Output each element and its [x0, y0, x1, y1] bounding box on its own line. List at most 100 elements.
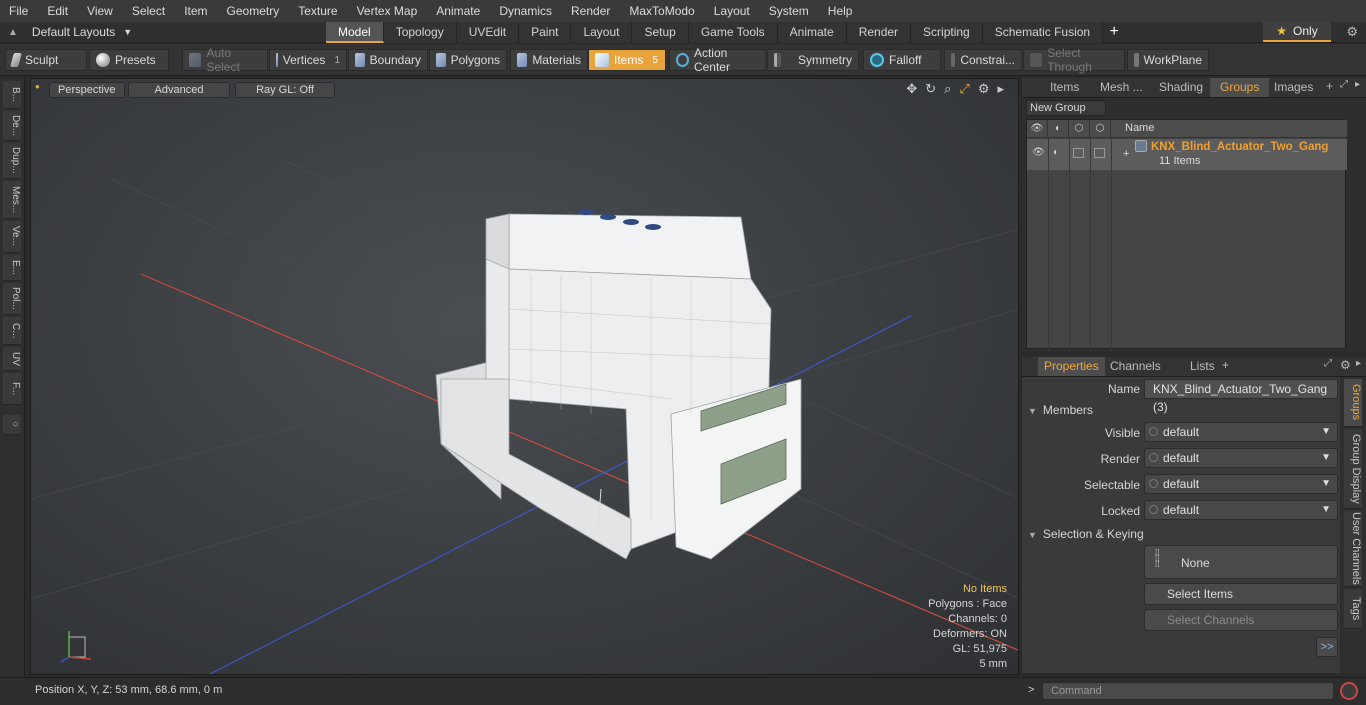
left-tab-deform[interactable]: De... [3, 111, 21, 141]
tab-topology[interactable]: Topology [383, 22, 457, 43]
name-field[interactable]: KNX_Blind_Actuator_Two_Gang (3) [1144, 379, 1338, 414]
expand-icon[interactable]: ⤢ [1324, 358, 1332, 369]
left-tab-uv[interactable]: UV [3, 347, 21, 371]
command-input[interactable]: Command [1042, 682, 1334, 700]
tab-uvedit[interactable]: UVEdit [456, 22, 520, 43]
tab-setup[interactable]: Setup [632, 22, 689, 43]
vtab-user-channels[interactable]: User Channels [1344, 511, 1362, 587]
tab-shading[interactable]: Shading [1149, 78, 1213, 97]
sculpt-button[interactable]: Sculpt [5, 49, 87, 71]
items-button[interactable]: Items 5 [588, 49, 666, 71]
members-section[interactable]: ▼ Members [1028, 403, 1093, 417]
boundary-button[interactable]: Boundary [348, 49, 428, 71]
menu-render[interactable]: Render [562, 0, 620, 22]
render-column-icon[interactable]: ◐ [1048, 120, 1069, 138]
add-tab-icon[interactable]: + [1222, 358, 1229, 372]
shading-advanced-button[interactable]: Advanced [128, 82, 230, 98]
workplane-button[interactable]: WorkPlane [1127, 49, 1209, 71]
move-view-icon[interactable]: ✥ [906, 81, 917, 97]
falloff-button[interactable]: Falloff [863, 49, 941, 71]
menu-maxtomodo[interactable]: MaxToModo [620, 0, 704, 22]
polygons-button[interactable]: Polygons [429, 49, 507, 71]
zoom-view-icon[interactable]: ⌕ [944, 81, 951, 97]
menu-view[interactable]: View [78, 0, 123, 22]
viewport-dot-icon[interactable]: ● [35, 82, 40, 91]
tab-scripting[interactable]: Scripting [911, 22, 983, 43]
tab-properties[interactable]: Properties [1038, 357, 1105, 376]
rotate-view-icon[interactable]: ↻ [925, 81, 936, 97]
row-render-icon[interactable]: ◐ [1053, 147, 1059, 158]
more-button[interactable]: >> [1316, 637, 1338, 657]
group-row[interactable]: 👁 ◐ + KNX_Blind_Actuator_Two_Gang 11 Ite… [1027, 139, 1347, 170]
symmetry-button[interactable]: Symmetry [767, 49, 859, 71]
expand-icon[interactable]: + [1123, 148, 1129, 160]
viewport-gear-icon[interactable]: ⚙ [978, 81, 990, 97]
tab-animate[interactable]: Animate [777, 22, 847, 43]
action-center-button[interactable]: Action Center [669, 46, 766, 74]
left-tab-edge[interactable]: E... [3, 255, 21, 281]
vertices-button[interactable]: Vertices 1 [269, 49, 347, 71]
left-tab-extra[interactable]: ○ [3, 415, 21, 435]
panel-menu-icon[interactable]: ▸ [1356, 358, 1361, 369]
select-items-button[interactable]: Select Items [1144, 583, 1338, 605]
tab-mesh[interactable]: Mesh ... [1090, 78, 1153, 97]
menu-texture[interactable]: Texture [289, 0, 347, 22]
locked-select[interactable]: default ▼ [1144, 500, 1338, 520]
name-column-header[interactable]: Name [1125, 122, 1154, 134]
vtab-tags[interactable]: Tags [1344, 589, 1362, 629]
tab-game-tools[interactable]: Game Tools [688, 22, 778, 43]
tab-channels[interactable]: Channels [1104, 357, 1167, 376]
menu-file[interactable]: File [0, 0, 38, 22]
play-icon[interactable]: ▸ [997, 81, 1004, 97]
menu-item[interactable]: Item [175, 0, 217, 22]
tab-images[interactable]: Images [1264, 78, 1323, 97]
row-lock-checkbox[interactable] [1073, 148, 1084, 158]
menu-animate[interactable]: Animate [427, 0, 490, 22]
menu-help[interactable]: Help [819, 0, 863, 22]
keying-none-button[interactable]: ⁞⁞ ⁞⁞ ⁞⁞ None [1144, 545, 1338, 579]
tab-schematic-fusion[interactable]: Schematic Fusion [982, 22, 1104, 43]
3d-viewport[interactable]: ● Perspective Advanced Ray GL: Off ✥ ↻ ⌕… [30, 78, 1019, 675]
vtab-group-display[interactable]: Group Display [1344, 429, 1362, 509]
raygl-button[interactable]: Ray GL: Off [235, 82, 335, 98]
visible-select[interactable]: default ▼ [1144, 422, 1338, 442]
presets-button[interactable]: Presets [89, 49, 169, 71]
selectable-select[interactable]: default ▼ [1144, 474, 1338, 494]
left-tab-duplicate[interactable]: Dup... [3, 143, 21, 179]
tab-render[interactable]: Render [846, 22, 912, 43]
left-tab-basic[interactable]: B... [3, 81, 21, 109]
menu-vertex-map[interactable]: Vertex Map [348, 0, 428, 22]
constraints-button[interactable]: Constrai... [944, 49, 1022, 71]
left-tab-polygon[interactable]: Pol... [3, 283, 21, 315]
menu-dynamics[interactable]: Dynamics [490, 0, 562, 22]
left-tab-vertex[interactable]: Ve... [3, 221, 21, 253]
tab-items[interactable]: Items [1040, 78, 1089, 97]
properties-gear-icon[interactable]: ⚙ [1340, 358, 1351, 372]
tab-layout[interactable]: Layout [571, 22, 633, 43]
only-toggle[interactable]: ★ Only [1263, 22, 1331, 42]
vtab-groups[interactable]: Groups [1344, 379, 1362, 427]
tab-groups[interactable]: Groups [1210, 78, 1270, 97]
view-perspective-button[interactable]: Perspective [49, 82, 125, 98]
record-icon[interactable] [1340, 682, 1358, 700]
menu-system[interactable]: System [760, 0, 819, 22]
select-through-button[interactable]: Select Through [1023, 46, 1125, 74]
menu-layout[interactable]: Layout [705, 0, 760, 22]
panel-menu-icon[interactable]: ▸ [1355, 79, 1360, 90]
add-tab-icon[interactable]: + [1103, 22, 1125, 43]
left-tab-mesh[interactable]: Mes... [3, 181, 21, 219]
materials-button[interactable]: Materials [510, 49, 588, 71]
tab-model[interactable]: Model [326, 22, 384, 43]
new-group-button[interactable]: New Group [1026, 100, 1106, 116]
maximize-icon[interactable]: ⤢ [959, 81, 969, 97]
lock-column-icon[interactable]: ⬡ [1069, 120, 1090, 138]
selection-keying-section[interactable]: ▼ Selection & Keying [1028, 527, 1144, 541]
layout-selector[interactable]: ▲ Default Layouts ▼ [8, 22, 132, 42]
tab-paint[interactable]: Paint [519, 22, 572, 43]
render-select[interactable]: default ▼ [1144, 448, 1338, 468]
gear-icon[interactable]: ⚙ [1346, 24, 1358, 40]
expand-icon[interactable]: ⤢ [1340, 79, 1348, 90]
row-select-checkbox[interactable] [1094, 148, 1105, 158]
auto-select-button[interactable]: Auto Select [182, 46, 268, 74]
left-tab-curve[interactable]: C... [3, 317, 21, 345]
